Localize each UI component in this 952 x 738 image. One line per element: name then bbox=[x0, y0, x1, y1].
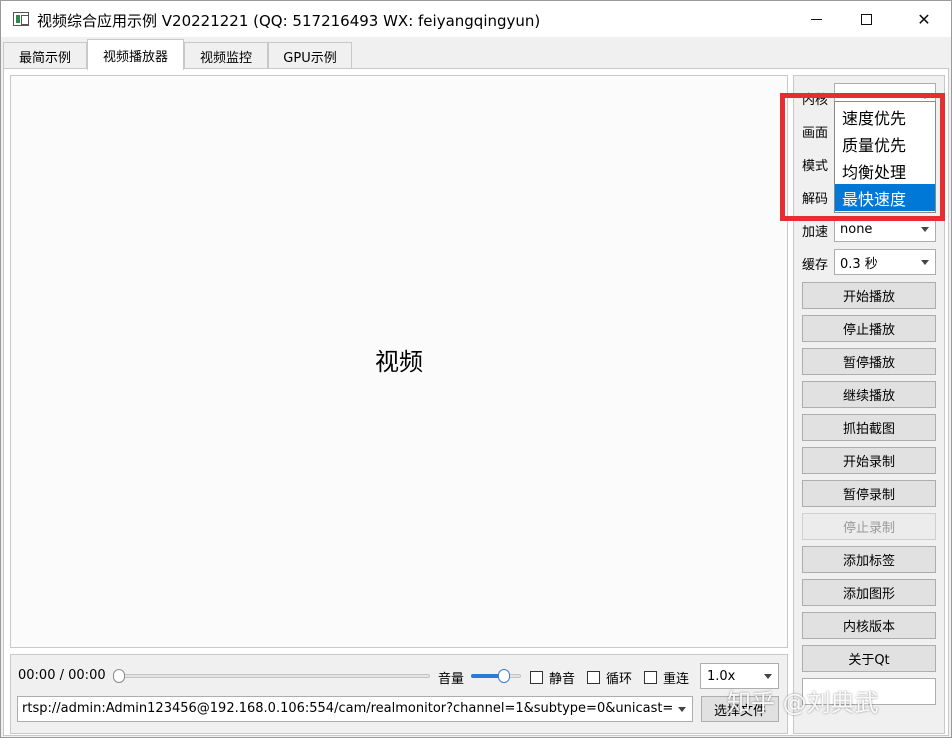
volume-slider-handle[interactable] bbox=[498, 669, 510, 683]
loop-checkbox-box[interactable] bbox=[587, 670, 600, 684]
chevron-down-icon bbox=[764, 674, 772, 679]
accel-label: 加速 bbox=[802, 225, 829, 240]
chevron-down-icon bbox=[678, 707, 686, 712]
snapshot-button[interactable]: 抓拍截图 bbox=[802, 414, 936, 441]
chevron-down-icon bbox=[921, 227, 929, 232]
speed-value: 1.0x bbox=[707, 668, 736, 684]
volume-label: 音量 bbox=[438, 672, 465, 687]
reconnect-label: 重连 bbox=[663, 671, 690, 687]
annotation-highlight-box bbox=[780, 93, 945, 221]
start-play-button[interactable]: 开始播放 bbox=[802, 282, 936, 309]
about-qt-button[interactable]: 关于Qt bbox=[802, 645, 936, 672]
cache-value: 0.3 秒 bbox=[840, 256, 878, 272]
close-button[interactable]: ✕ bbox=[899, 1, 949, 37]
url-value: rtsp://admin:Admin123456@192.168.0.106:5… bbox=[22, 701, 693, 716]
chevron-down-icon bbox=[921, 260, 929, 265]
video-display[interactable]: 视频 bbox=[10, 75, 788, 648]
current-time: 00:00 bbox=[18, 668, 56, 683]
mute-label: 静音 bbox=[549, 671, 576, 687]
pause-play-button[interactable]: 暂停播放 bbox=[802, 348, 936, 375]
progress-slider-handle[interactable] bbox=[113, 669, 125, 683]
window-title: 视频综合应用示例 V20221221 (QQ: 517216493 WX: fe… bbox=[37, 12, 541, 30]
playback-controls-panel bbox=[10, 654, 788, 734]
reconnect-checkbox-box[interactable] bbox=[644, 670, 657, 684]
mute-checkbox-box[interactable] bbox=[530, 670, 543, 684]
pause-record-button[interactable]: 暂停录制 bbox=[802, 480, 936, 507]
app-window: 视频综合应用示例 V20221221 (QQ: 517216493 WX: fe… bbox=[0, 0, 952, 738]
tab-video-monitor[interactable]: 视频监控 bbox=[184, 42, 268, 69]
url-select[interactable]: rtsp://admin:Admin123456@192.168.0.106:5… bbox=[17, 696, 693, 722]
progress-slider[interactable] bbox=[117, 674, 430, 678]
cache-select[interactable]: 0.3 秒 bbox=[834, 249, 936, 275]
start-record-button[interactable]: 开始录制 bbox=[802, 447, 936, 474]
video-placeholder-text: 视频 bbox=[375, 348, 423, 376]
stop-play-button[interactable]: 停止播放 bbox=[802, 315, 936, 342]
maximize-icon bbox=[860, 13, 872, 25]
tab-bar: 最简示例 视频播放器 视频监控 GPU示例 bbox=[1, 39, 951, 70]
add-label-button[interactable]: 添加标签 bbox=[802, 546, 936, 573]
total-duration: 00:00 bbox=[68, 668, 106, 683]
watermark-text: 知乎 @刘典武 bbox=[727, 689, 879, 717]
time-separator: / bbox=[59, 668, 64, 683]
tab-simple-example[interactable]: 最简示例 bbox=[3, 42, 87, 69]
loop-checkbox[interactable]: 循环 bbox=[587, 669, 633, 687]
title-bar[interactable]: 视频综合应用示例 V20221221 (QQ: 517216493 WX: fe… bbox=[1, 1, 951, 37]
accel-value: none bbox=[840, 221, 873, 237]
kernel-version-button[interactable]: 内核版本 bbox=[802, 612, 936, 639]
minimize-button[interactable] bbox=[791, 1, 841, 37]
time-display: 00:00 / 00:00 bbox=[18, 668, 106, 683]
close-icon: ✕ bbox=[917, 9, 931, 29]
add-shape-button[interactable]: 添加图形 bbox=[802, 579, 936, 606]
mute-checkbox[interactable]: 静音 bbox=[530, 669, 576, 687]
resume-play-button[interactable]: 继续播放 bbox=[802, 381, 936, 408]
url-dropdown-button[interactable] bbox=[672, 697, 692, 721]
maximize-button[interactable] bbox=[841, 1, 891, 37]
app-icon bbox=[13, 12, 29, 26]
reconnect-checkbox[interactable]: 重连 bbox=[644, 669, 690, 687]
loop-label: 循环 bbox=[606, 671, 633, 687]
stop-record-button[interactable]: 停止录制 bbox=[802, 513, 936, 540]
minimize-icon bbox=[810, 18, 822, 20]
tab-gpu-example[interactable]: GPU示例 bbox=[268, 42, 352, 69]
cache-label: 缓存 bbox=[802, 258, 829, 273]
tab-video-player[interactable]: 视频播放器 bbox=[87, 39, 184, 70]
